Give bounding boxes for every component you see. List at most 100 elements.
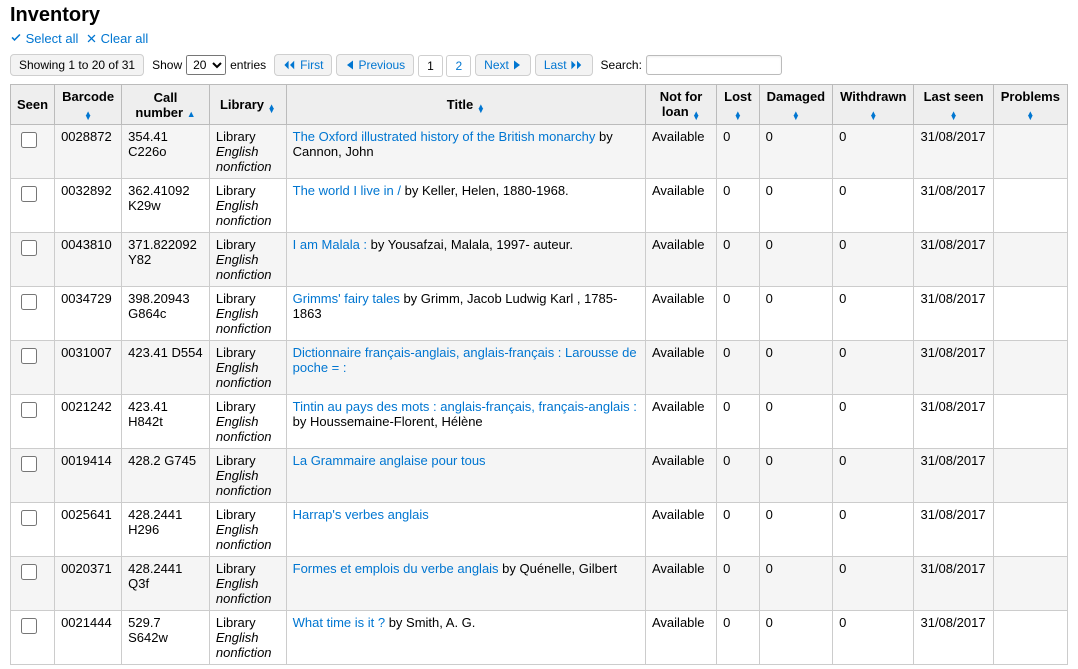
table-row: 0020371428.2441 Q3fLibraryEnglish nonfic…	[11, 557, 1068, 611]
table-row: 0021444529.7 S642wLibraryEnglish nonfict…	[11, 611, 1068, 665]
lost-cell: 0	[717, 449, 759, 503]
lost-cell: 0	[717, 611, 759, 665]
row-checkbox[interactable]	[21, 186, 37, 202]
lastseen-cell: 31/08/2017	[914, 233, 993, 287]
lastseen-cell: 31/08/2017	[914, 449, 993, 503]
title-link[interactable]: Dictionnaire français-anglais, anglais-f…	[293, 345, 637, 375]
search-input[interactable]	[646, 55, 782, 75]
barcode-cell: 0019414	[55, 449, 122, 503]
callnum-cell: 428.2 G745	[122, 449, 210, 503]
withdrawn-cell: 0	[833, 503, 914, 557]
col-barcode[interactable]: Barcode ▲▼	[55, 85, 122, 125]
callnum-cell: 423.41 H842t	[122, 395, 210, 449]
library-cell: LibraryEnglish nonfiction	[209, 125, 286, 179]
title-link[interactable]: The Oxford illustrated history of the Br…	[293, 129, 596, 144]
clear-all-label: Clear all	[101, 31, 149, 46]
col-callnum[interactable]: Call number ▲	[122, 85, 210, 125]
title-cell: Grimms' fairy tales by Grimm, Jacob Ludw…	[286, 287, 645, 341]
title-link[interactable]: Harrap's verbes anglais	[293, 507, 429, 522]
withdrawn-cell: 0	[833, 395, 914, 449]
problems-cell	[993, 179, 1067, 233]
row-checkbox[interactable]	[21, 618, 37, 634]
lastseen-cell: 31/08/2017	[914, 179, 993, 233]
search-label: Search:	[601, 58, 642, 72]
row-checkbox[interactable]	[21, 510, 37, 526]
problems-cell	[993, 287, 1067, 341]
row-checkbox[interactable]	[21, 132, 37, 148]
sort-asc-icon: ▲	[187, 109, 196, 119]
col-damaged[interactable]: Damaged ▲▼	[759, 85, 833, 125]
lost-cell: 0	[717, 557, 759, 611]
callnum-cell: 354.41 C226o	[122, 125, 210, 179]
col-problems[interactable]: Problems ▲▼	[993, 85, 1067, 125]
withdrawn-cell: 0	[833, 449, 914, 503]
next-button[interactable]: Next	[475, 54, 531, 76]
col-withdrawn[interactable]: Withdrawn ▲▼	[833, 85, 914, 125]
barcode-cell: 0028872	[55, 125, 122, 179]
library-cell: LibraryEnglish nonfiction	[209, 341, 286, 395]
title-link[interactable]: Grimms' fairy tales	[293, 291, 400, 306]
title-link[interactable]: What time is it ?	[293, 615, 385, 630]
col-title[interactable]: Title ▲▼	[286, 85, 645, 125]
col-seen[interactable]: Seen	[11, 85, 55, 125]
title-link[interactable]: La Grammaire anglaise pour tous	[293, 453, 486, 468]
row-checkbox[interactable]	[21, 348, 37, 364]
sort-icon: ▲▼	[869, 112, 877, 120]
withdrawn-cell: 0	[833, 125, 914, 179]
page-number-1[interactable]: 1	[418, 55, 443, 77]
status-cell: Available	[646, 557, 717, 611]
title-link[interactable]: The world I live in /	[293, 183, 401, 198]
title-link[interactable]: Formes et emplois du verbe anglais	[293, 561, 499, 576]
withdrawn-cell: 0	[833, 557, 914, 611]
row-checkbox[interactable]	[21, 564, 37, 580]
barcode-cell: 0034729	[55, 287, 122, 341]
status-cell: Available	[646, 449, 717, 503]
row-checkbox[interactable]	[21, 240, 37, 256]
clear-all-link[interactable]: Clear all	[86, 31, 148, 46]
callnum-cell: 428.2441 Q3f	[122, 557, 210, 611]
sort-icon: ▲▼	[477, 105, 485, 113]
sort-icon: ▲▼	[734, 112, 742, 120]
withdrawn-cell: 0	[833, 287, 914, 341]
lastseen-cell: 31/08/2017	[914, 341, 993, 395]
library-cell: LibraryEnglish nonfiction	[209, 449, 286, 503]
status-cell: Available	[646, 125, 717, 179]
col-library[interactable]: Library ▲▼	[209, 85, 286, 125]
damaged-cell: 0	[759, 233, 833, 287]
lastseen-cell: 31/08/2017	[914, 503, 993, 557]
damaged-cell: 0	[759, 179, 833, 233]
row-checkbox[interactable]	[21, 294, 37, 310]
first-button[interactable]: First	[274, 54, 332, 76]
row-checkbox[interactable]	[21, 402, 37, 418]
lost-cell: 0	[717, 125, 759, 179]
previous-button[interactable]: Previous	[336, 54, 414, 76]
select-all-link[interactable]: Select all	[10, 31, 82, 46]
lastseen-cell: 31/08/2017	[914, 287, 993, 341]
table-row: 0025641428.2441 H296LibraryEnglish nonfi…	[11, 503, 1068, 557]
last-button[interactable]: Last	[535, 54, 593, 76]
status-cell: Available	[646, 503, 717, 557]
col-lost[interactable]: Lost ▲▼	[717, 85, 759, 125]
table-row: 0032892362.41092 K29wLibraryEnglish nonf…	[11, 179, 1068, 233]
barcode-cell: 0020371	[55, 557, 122, 611]
barcode-cell: 0021444	[55, 611, 122, 665]
title-link[interactable]: I am Malala :	[293, 237, 367, 252]
status-cell: Available	[646, 179, 717, 233]
withdrawn-cell: 0	[833, 233, 914, 287]
entries-label: entries	[230, 58, 266, 72]
last-icon	[570, 59, 584, 71]
lost-cell: 0	[717, 395, 759, 449]
lastseen-cell: 31/08/2017	[914, 395, 993, 449]
title-link[interactable]: Tintin au pays des mots : anglais-frança…	[293, 399, 637, 414]
page-number-2[interactable]: 2	[446, 55, 471, 77]
damaged-cell: 0	[759, 503, 833, 557]
col-lastseen[interactable]: Last seen ▲▼	[914, 85, 993, 125]
title-cell: Formes et emplois du verbe anglais by Qu…	[286, 557, 645, 611]
library-cell: LibraryEnglish nonfiction	[209, 611, 286, 665]
damaged-cell: 0	[759, 611, 833, 665]
row-checkbox[interactable]	[21, 456, 37, 472]
page-length-select[interactable]: 20	[186, 55, 226, 75]
title-cell: What time is it ? by Smith, A. G.	[286, 611, 645, 665]
col-notforloan[interactable]: Not for loan ▲▼	[646, 85, 717, 125]
title-cell: La Grammaire anglaise pour tous	[286, 449, 645, 503]
